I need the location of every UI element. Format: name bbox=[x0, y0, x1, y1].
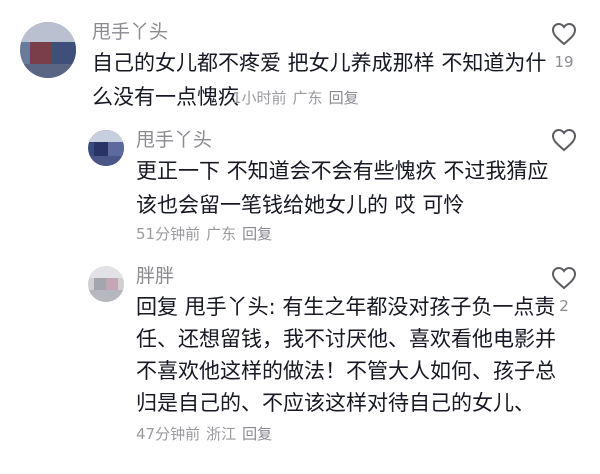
like-count: 19 bbox=[554, 53, 574, 71]
comment-text-line: 不喜欢他这样的做法！不管大人如何、孩子总 bbox=[136, 359, 556, 383]
heart-outline-icon bbox=[551, 22, 577, 46]
comment-item: 甩手丫头 自己的女儿都不疼爱 把女儿养成那样 不知道为什 么没有一点愧疚 1小时… bbox=[0, 0, 600, 120]
avatar[interactable] bbox=[88, 266, 124, 302]
comment-item: 甩手丫头 更正一下 不知道会不会有些愧疚 不过我猜应 该也会留一笔钱给她女儿的 … bbox=[0, 120, 600, 260]
comment-text-line: 该也会留一笔钱给她女儿的 哎 可怜 bbox=[136, 193, 465, 217]
comment-text-line: 么没有一点愧疚 bbox=[92, 85, 239, 109]
comment-text-line: 自己的女儿都不疼爱 把女儿养成那样 不知道为什 bbox=[92, 51, 547, 75]
comment-meta: 51分钟前 广东 回复 bbox=[136, 224, 278, 244]
heart-outline-icon bbox=[551, 266, 577, 290]
comment-meta: 1小时前 广东 回复 bbox=[232, 88, 365, 108]
comment-time: 47分钟前 bbox=[136, 425, 201, 443]
comment-location: 广东 bbox=[206, 225, 237, 243]
reply-button[interactable]: 回复 bbox=[329, 89, 359, 107]
reply-button[interactable]: 回复 bbox=[242, 425, 272, 443]
comment-location: 浙江 bbox=[206, 425, 237, 443]
comment-username[interactable]: 甩手丫头 bbox=[92, 20, 168, 44]
comment-text-line: 任、还想留钱，我不讨厌他、喜欢看他电影并 bbox=[136, 327, 556, 351]
like-button[interactable] bbox=[544, 128, 584, 158]
comment-item: 胖胖 回复 甩手丫头: 有生之年都没对孩子负一点责 任、还想留钱，我不讨厌他、喜… bbox=[0, 258, 600, 474]
comment-username[interactable]: 胖胖 bbox=[136, 264, 174, 288]
comment-username[interactable]: 甩手丫头 bbox=[136, 128, 212, 152]
comment-location: 广东 bbox=[292, 89, 323, 107]
comment-meta: 47分钟前 浙江 回复 bbox=[136, 424, 278, 444]
comment-text-line: 归是自己的、不应该这样对待自己的女儿、 bbox=[136, 391, 535, 415]
avatar[interactable] bbox=[20, 22, 76, 78]
reply-button[interactable]: 回复 bbox=[242, 225, 272, 243]
comment-time: 51分钟前 bbox=[136, 225, 201, 243]
comment-text-line: 回复 甩手丫头: 有生之年都没对孩子负一点责 bbox=[136, 295, 556, 319]
comment-time: 1小时前 bbox=[232, 89, 287, 107]
like-button[interactable]: 19 bbox=[544, 22, 584, 72]
like-button[interactable]: 2 bbox=[544, 266, 584, 316]
heart-outline-icon bbox=[551, 128, 577, 152]
comment-text-line: 更正一下 不知道会不会有些愧疚 不过我猜应 bbox=[136, 159, 549, 183]
like-count: 2 bbox=[559, 297, 569, 315]
avatar[interactable] bbox=[88, 130, 124, 166]
